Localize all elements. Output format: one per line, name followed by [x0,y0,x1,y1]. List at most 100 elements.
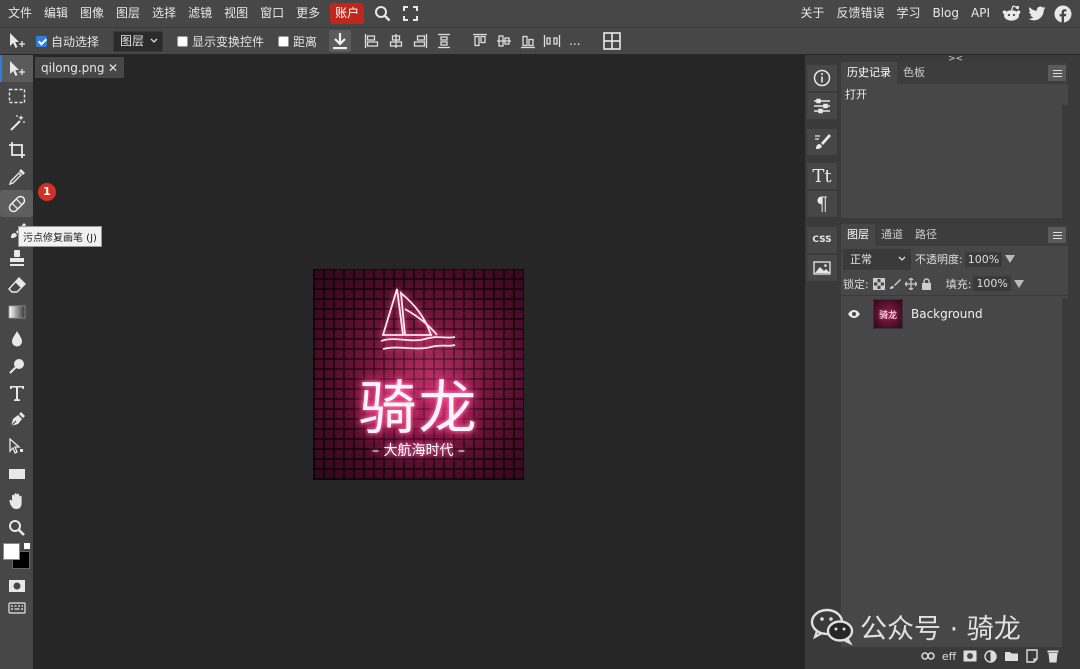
blend-mode-select[interactable]: 正常 [843,248,911,270]
search-icon[interactable] [371,0,393,27]
eyedropper-tool[interactable] [0,163,33,190]
new-layer-icon[interactable] [1023,647,1041,665]
reddit-icon[interactable] [1000,0,1022,27]
menu-about[interactable]: 关于 [794,0,830,27]
align-left-icon[interactable] [361,30,383,52]
align-top-icon[interactable] [469,30,491,52]
menu-feedback[interactable]: 反馈错误 [830,0,890,27]
lock-pixels-icon[interactable] [889,278,901,290]
menu-more[interactable]: 更多 [290,0,326,27]
menu-api[interactable]: API [965,0,996,27]
align-bottom-icon[interactable] [517,30,539,52]
auto-select-checkbox[interactable] [36,35,47,47]
show-transform-option[interactable]: 显示变换控件 [177,33,264,50]
menu-view[interactable]: 视图 [218,0,254,27]
zoom-tool[interactable] [0,514,33,541]
menu-layer[interactable]: 图层 [110,0,146,27]
hand-tool[interactable] [0,487,33,514]
twitter-icon[interactable] [1026,0,1048,27]
marquee-tool[interactable] [0,82,33,109]
more-options[interactable]: ... [569,34,580,48]
spot-healing-brush-tool[interactable] [0,190,33,217]
menu-image[interactable]: 图像 [74,0,110,27]
layer-row[interactable]: 骑龙 Background [841,296,1068,332]
link-layers-icon[interactable] [919,647,937,665]
align-middle-v-icon[interactable] [493,30,515,52]
paragraph-icon[interactable]: ¶ [807,191,837,217]
fill-dropdown-icon[interactable] [1013,279,1024,288]
distribute-h-icon[interactable] [433,30,455,52]
menu-file[interactable]: 文件 [2,0,38,27]
tab-paths[interactable]: 路径 [909,224,943,246]
tab-swatches[interactable]: 色板 [897,62,931,84]
adjustments-icon[interactable] [807,93,837,119]
character-icon[interactable]: Tt [807,163,837,189]
opacity-dropdown-icon[interactable] [1005,255,1016,263]
move-tool-indicator-icon [6,30,28,52]
menu-edit[interactable]: 编辑 [38,0,74,27]
history-item[interactable]: 打开 [841,84,1068,105]
gradient-tool[interactable] [0,298,33,325]
auto-select-option[interactable]: 自动选择 [36,33,99,50]
history-scrollbar[interactable] [1062,105,1068,218]
opacity-input[interactable]: 100% [964,251,1003,267]
stamp-tool[interactable] [0,244,33,271]
layers-scrollbar[interactable] [1062,298,1068,647]
tab-channels[interactable]: 通道 [875,224,909,246]
brush-settings-icon[interactable] [807,129,837,155]
distance-option[interactable]: 距离 [278,33,317,50]
menu-learn[interactable]: 学习 [890,0,926,27]
distribute-v-icon[interactable] [541,30,563,52]
eyedropper-icon [8,168,25,185]
menu-select[interactable]: 选择 [146,0,182,27]
align-right-icon[interactable] [409,30,431,52]
eraser-tool[interactable] [0,271,33,298]
layer-mask-icon[interactable] [961,647,979,665]
shape-tool[interactable] [0,460,33,487]
canvas-image[interactable]: 骑龙 – 大航海时代 – [313,269,524,480]
foreground-color-swatch[interactable] [3,543,20,560]
new-group-icon[interactable] [1002,647,1020,665]
download-icon[interactable] [329,30,352,52]
crop-tool[interactable] [0,136,33,163]
swap-colors-icon[interactable] [24,543,30,549]
css-icon[interactable]: CSS [807,227,837,253]
color-swatches[interactable] [0,541,33,575]
adjustment-layer-icon[interactable] [981,647,999,665]
keyboard-tool[interactable] [0,597,33,619]
quick-mask-tool[interactable] [0,575,33,597]
fill-input[interactable]: 100% [973,276,1011,291]
path-select-tool[interactable] [0,433,33,460]
menu-filter[interactable]: 滤镜 [182,0,218,27]
lock-all-icon[interactable] [921,277,932,290]
close-icon[interactable]: ✕ [108,61,118,75]
blur-tool[interactable] [0,325,33,352]
lock-position-icon[interactable] [904,277,917,290]
magic-wand-tool[interactable] [0,109,33,136]
image-icon[interactable] [807,255,837,281]
menu-window[interactable]: 窗口 [254,0,290,27]
tab-layers[interactable]: 图层 [841,224,875,246]
delete-layer-icon[interactable] [1044,647,1062,665]
layer-effects-button[interactable]: eff [939,647,959,665]
info-icon[interactable] [807,65,837,91]
eye-icon[interactable] [847,309,861,319]
type-tool[interactable] [0,379,33,406]
facebook-icon[interactable] [1052,0,1074,27]
fullscreen-icon[interactable] [399,0,421,27]
panel-menu-icon[interactable] [1048,65,1066,81]
distance-checkbox[interactable] [278,35,290,47]
lock-transparency-icon[interactable] [872,277,885,290]
pen-tool[interactable] [0,406,33,433]
move-tool[interactable] [0,55,33,82]
align-center-h-icon[interactable] [385,30,407,52]
account-button[interactable]: 账户 [330,3,365,24]
dodge-tool[interactable] [0,352,33,379]
tab-history[interactable]: 历史记录 [841,62,897,84]
panel-menu-icon[interactable] [1048,227,1066,243]
layer-select[interactable]: 图层 [113,30,164,52]
grid-layout-icon[interactable] [601,30,623,52]
menu-blog[interactable]: Blog [926,0,965,27]
document-tab[interactable]: qilong.png ✕ [35,57,124,78]
show-transform-checkbox[interactable] [177,35,189,47]
